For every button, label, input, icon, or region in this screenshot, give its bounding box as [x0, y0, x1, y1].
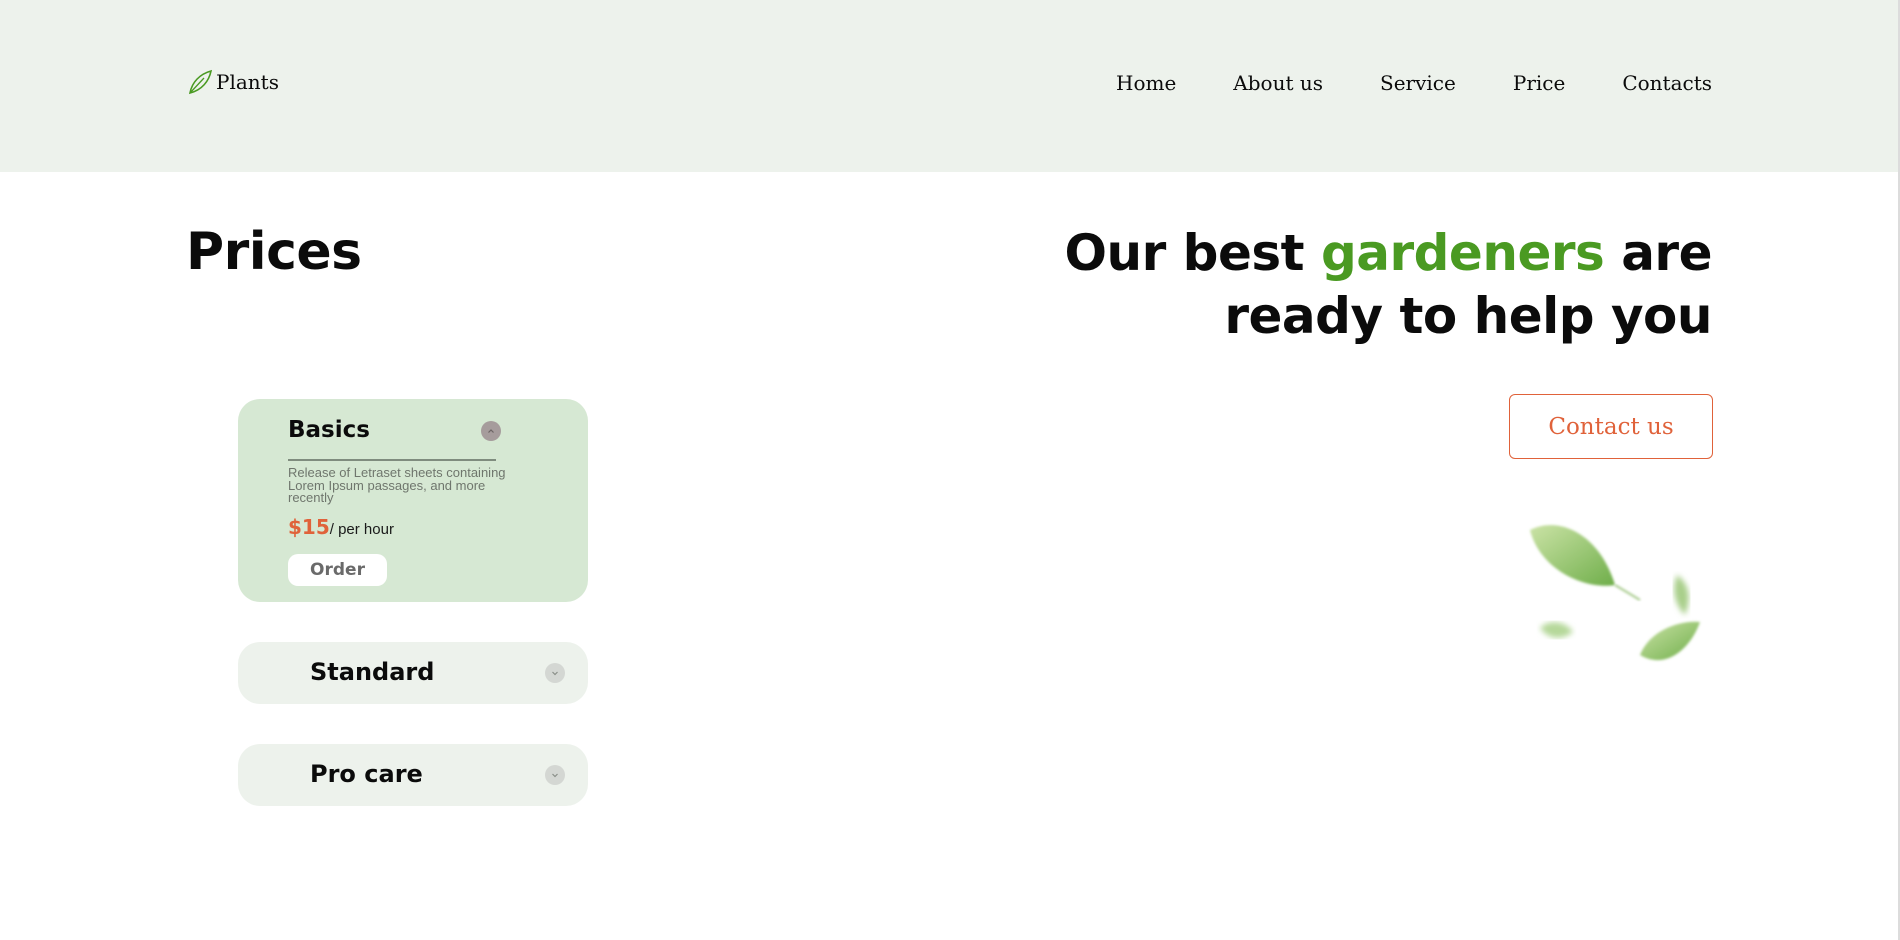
logo-text: Plants	[216, 70, 279, 94]
pricing-card-basics: Basics Release of Letraset sheets contai…	[238, 399, 588, 602]
pricing-card-standard[interactable]: Standard	[238, 642, 588, 704]
price-unit: / per hour	[329, 521, 394, 538]
headline: Our best gardeners are ready to help you	[992, 222, 1713, 348]
price-line: $15 / per hour	[288, 515, 394, 539]
card-title: Basics	[288, 417, 370, 443]
nav-home[interactable]: Home	[1116, 70, 1176, 96]
leaf-icon	[188, 69, 213, 95]
card-title: Pro care	[310, 760, 423, 788]
price-value: $15	[288, 515, 330, 539]
nav-service[interactable]: Service	[1380, 70, 1456, 96]
card-title: Standard	[310, 658, 435, 686]
site-header: Plants Home About us Service Price Conta…	[0, 0, 1900, 172]
headline-accent: gardeners	[1320, 224, 1605, 282]
nav-price[interactable]: Price	[1513, 70, 1565, 96]
headline-part-1: Our best	[1064, 224, 1321, 282]
logo[interactable]: Plants	[186, 68, 279, 96]
chevron-up-icon[interactable]	[481, 421, 501, 441]
pricing-card-pro-care[interactable]: Pro care	[238, 744, 588, 806]
card-description: Release of Letraset sheets containing Lo…	[288, 465, 506, 505]
chevron-down-icon[interactable]	[545, 765, 565, 785]
page-title: Prices	[186, 222, 362, 282]
order-button[interactable]: Order	[288, 554, 387, 586]
nav-about-us[interactable]: About us	[1233, 70, 1323, 96]
falling-leaves-icon	[1530, 525, 1700, 661]
chevron-down-icon[interactable]	[545, 663, 565, 683]
contact-us-button[interactable]: Contact us	[1509, 394, 1713, 459]
divider	[288, 459, 496, 461]
main-nav: Home About us Service Price Contacts	[1059, 70, 1712, 96]
nav-contacts[interactable]: Contacts	[1622, 70, 1712, 96]
